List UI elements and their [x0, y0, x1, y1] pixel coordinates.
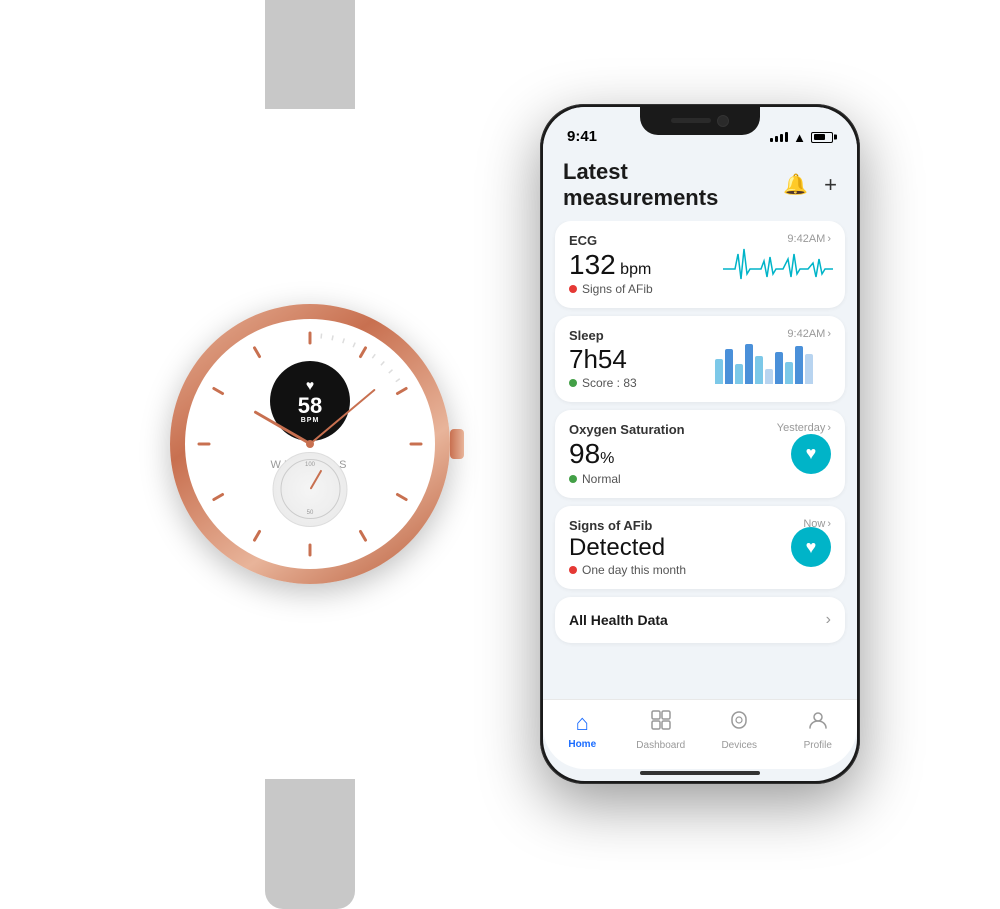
watch-container: ♥ 58 BPM WITHINGS	[140, 94, 480, 794]
afib-heart-icon: ♥	[806, 537, 817, 558]
home-indicator	[640, 771, 760, 775]
sleep-bar-8	[785, 362, 793, 384]
signal-bar-3	[780, 134, 783, 142]
add-button[interactable]: +	[824, 172, 837, 198]
battery-icon	[811, 132, 833, 143]
battery-fill	[814, 134, 826, 140]
watch-center-dot	[306, 440, 314, 448]
phone-container: 9:41 ▲	[540, 104, 860, 784]
ecg-chart-container	[723, 239, 833, 289]
main-scene: ♥ 58 BPM WITHINGS	[0, 0, 1000, 887]
sleep-bar-10	[805, 354, 813, 384]
ecg-chart	[723, 239, 833, 289]
watch-face: ♥ 58 BPM WITHINGS	[185, 319, 435, 569]
sleep-status-text: Score : 83	[582, 376, 637, 390]
oxygen-timestamp: Yesterday ›	[777, 422, 831, 434]
afib-status-dot	[569, 566, 577, 574]
sleep-metric-name: Sleep	[569, 328, 604, 343]
watch-strap-bottom	[265, 779, 355, 909]
status-time: 9:41	[567, 128, 597, 145]
notch-camera	[717, 115, 729, 127]
phone-frame: 9:41 ▲	[540, 104, 860, 784]
sleep-bar-9	[795, 346, 803, 384]
afib-status: One day this month	[569, 563, 831, 577]
oxygen-status: Normal	[569, 472, 831, 486]
home-icon: ⌂	[576, 710, 589, 736]
afib-status-text: One day this month	[582, 563, 686, 577]
app-title: Latest measurements	[563, 159, 783, 211]
afib-card-top: Signs of AFib Now ›	[569, 518, 831, 533]
all-health-chevron-icon: ›	[826, 611, 831, 629]
sleep-bar-7	[775, 352, 783, 384]
oxygen-heart-icon: ♥	[806, 443, 817, 464]
nav-profile[interactable]: Profile	[779, 709, 858, 751]
oxygen-unit: %	[600, 450, 614, 467]
dashboard-icon	[650, 709, 672, 737]
watch-strap-top	[265, 0, 355, 109]
profile-icon	[807, 709, 829, 737]
afib-action-button[interactable]: ♥	[791, 527, 831, 567]
bottom-nav: ⌂ Home Dashboard	[543, 699, 857, 769]
sleep-bar-3	[735, 364, 743, 384]
ecg-unit: bpm	[616, 261, 652, 278]
sleep-card[interactable]: Sleep 9:42AM › 7h54 Score : 83	[555, 316, 845, 402]
sleep-bar-5	[755, 356, 763, 384]
oxygen-card[interactable]: Oxygen Saturation Yesterday › 98% Normal	[555, 410, 845, 498]
nav-profile-label: Profile	[804, 740, 832, 751]
phone-screen: 9:41 ▲	[543, 107, 857, 781]
nav-dashboard-label: Dashboard	[636, 740, 685, 751]
ecg-card[interactable]: ECG 9:42AM › 132 bpm Signs of AFib	[555, 221, 845, 309]
minute-hand	[309, 388, 375, 444]
signal-bar-2	[775, 136, 778, 142]
oxygen-metric-name: Oxygen Saturation	[569, 422, 685, 437]
status-icons: ▲	[770, 130, 833, 145]
nav-devices[interactable]: Devices	[700, 709, 779, 751]
oxygen-card-top: Oxygen Saturation Yesterday ›	[569, 422, 831, 437]
signal-bar-1	[770, 138, 773, 142]
watch-hands	[185, 319, 435, 569]
signal-bars	[770, 132, 788, 142]
sleep-bar-4	[745, 344, 753, 384]
sleep-bar-6	[765, 369, 773, 384]
app-content: ECG 9:42AM › 132 bpm Signs of AFib	[543, 221, 857, 699]
signal-bar-4	[785, 132, 788, 142]
header-icons: 🔔 +	[783, 172, 837, 198]
sleep-bar-1	[715, 359, 723, 384]
hour-hand	[253, 410, 311, 445]
all-health-label: All Health Data	[569, 612, 668, 628]
app-header: Latest measurements 🔔 +	[543, 151, 857, 221]
bell-icon[interactable]: 🔔	[783, 172, 808, 197]
nav-home[interactable]: ⌂ Home	[543, 710, 622, 750]
nav-devices-label: Devices	[721, 740, 757, 751]
oxygen-status-text: Normal	[582, 472, 621, 486]
afib-metric-name: Signs of AFib	[569, 518, 652, 533]
oxygen-action-button[interactable]: ♥	[791, 434, 831, 474]
nav-dashboard[interactable]: Dashboard	[622, 709, 701, 751]
oxygen-status-dot	[569, 475, 577, 483]
nav-home-label: Home	[568, 739, 596, 750]
afib-card[interactable]: Signs of AFib Now › Detected One day thi…	[555, 506, 845, 589]
notch-speaker	[671, 118, 711, 123]
devices-icon	[728, 709, 750, 737]
sleep-status-dot	[569, 379, 577, 387]
ecg-status-dot	[569, 285, 577, 293]
phone-notch	[640, 107, 760, 135]
sleep-bar-2	[725, 349, 733, 384]
wifi-icon: ▲	[793, 130, 806, 145]
all-health-row[interactable]: All Health Data ›	[555, 597, 845, 643]
sleep-chart-container	[715, 334, 835, 384]
watch-case: ♥ 58 BPM WITHINGS	[170, 304, 450, 584]
watch-crown	[450, 429, 464, 459]
ecg-status-text: Signs of AFib	[582, 282, 653, 296]
ecg-metric-name: ECG	[569, 233, 597, 248]
